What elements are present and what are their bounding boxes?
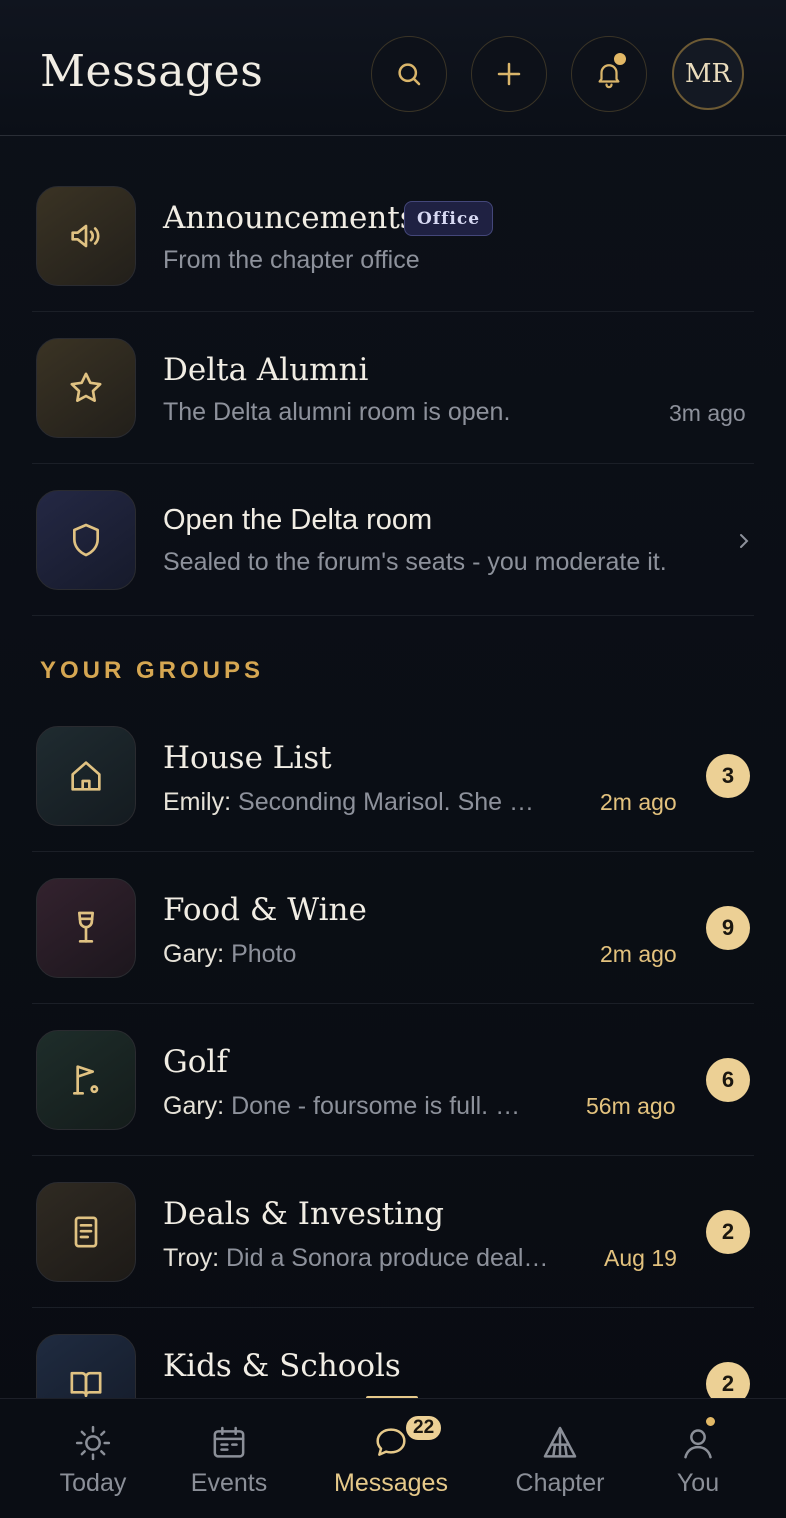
tab-label: Messages xyxy=(334,1469,448,1497)
row-title: House List xyxy=(163,740,332,776)
row-title: Food & Wine xyxy=(163,892,367,928)
row-title: Delta Alumni xyxy=(163,352,369,388)
food-wine-tile xyxy=(36,878,136,978)
tab-today[interactable]: Today xyxy=(23,1399,163,1518)
list-item-house-list[interactable]: House List Emily: Seconding Marisol. She… xyxy=(0,700,786,852)
avatar[interactable]: MR xyxy=(672,38,744,110)
page-title: Messages xyxy=(40,46,264,97)
row-preview: Emily: Seconding Marisol. She … xyxy=(163,788,573,817)
delta-room-tile xyxy=(36,490,136,590)
house-list-tile xyxy=(36,726,136,826)
list-item-food-wine[interactable]: Food & Wine Gary: Photo 2m ago 9 xyxy=(0,852,786,1004)
you-tab-dot xyxy=(704,1415,717,1428)
row-title: Kids & Schools xyxy=(163,1348,401,1384)
notifications-button[interactable] xyxy=(571,36,647,112)
sun-icon xyxy=(75,1425,111,1461)
unread-badge: 9 xyxy=(706,906,750,950)
row-preview: Gary: Photo xyxy=(163,940,573,969)
delta-alumni-tile xyxy=(36,338,136,438)
row-title: Announcements xyxy=(163,200,416,236)
row-time: Aug 19 xyxy=(604,1245,677,1271)
list-item-open-delta-room[interactable]: Open the Delta room Sealed to the forum'… xyxy=(0,464,786,616)
list-item-deals-investing[interactable]: Deals & Investing Troy: Did a Sonora pro… xyxy=(0,1156,786,1308)
unread-badge: 6 xyxy=(706,1058,750,1102)
announcements-tile xyxy=(36,186,136,286)
chevron-right-icon xyxy=(740,534,749,548)
row-preview: Troy: Did a Sonora produce deal… xyxy=(163,1244,579,1273)
office-badge: Office xyxy=(404,201,494,236)
message-sender: Gary: xyxy=(163,1092,225,1120)
row-subtitle: The Delta alumni room is open. xyxy=(163,398,511,426)
row-time: 3m ago xyxy=(669,400,746,426)
message-preview: Done - foursome is full. … xyxy=(231,1092,521,1120)
wine-glass-icon xyxy=(78,911,94,943)
messages-count-badge: 22 xyxy=(404,1414,444,1442)
row-subtitle: From the chapter office xyxy=(163,246,420,274)
calendar-icon xyxy=(213,1426,245,1458)
message-sender: Troy: xyxy=(163,1244,220,1272)
row-time: 2m ago xyxy=(600,789,677,815)
divider xyxy=(32,615,754,616)
row-time: 56m ago xyxy=(586,1093,676,1119)
tab-label: Chapter xyxy=(515,1469,605,1497)
tab-events[interactable]: Events xyxy=(159,1399,299,1518)
message-sender: Gary: xyxy=(163,940,225,968)
row-subtitle: Sealed to the forum's seats - you modera… xyxy=(163,548,667,576)
message-preview: Photo xyxy=(231,940,297,968)
document-icon xyxy=(74,1216,98,1248)
row-title: Open the Delta room xyxy=(163,504,433,536)
row-title: Deals & Investing xyxy=(163,1196,444,1232)
section-label-your-groups: YOUR GROUPS xyxy=(40,657,265,684)
new-message-button[interactable] xyxy=(471,36,547,112)
star-icon xyxy=(70,372,102,402)
notification-dot xyxy=(612,51,628,67)
app-header: Messages MR xyxy=(0,0,786,136)
message-sender: Emily: xyxy=(163,788,232,816)
shield-icon xyxy=(73,523,99,557)
megaphone-icon xyxy=(71,224,100,248)
message-preview: Seconding Marisol. She … xyxy=(238,788,534,816)
messages-screen: Messages MR Announcements From the chapt… xyxy=(0,0,786,1518)
tab-label: Today xyxy=(59,1469,127,1497)
golf-flag-icon xyxy=(73,1065,99,1095)
unread-badge: 2 xyxy=(706,1210,750,1254)
plus-icon xyxy=(497,62,521,86)
tab-chapter[interactable]: Chapter xyxy=(490,1399,630,1518)
tab-label: You xyxy=(676,1469,720,1497)
tab-you[interactable]: You xyxy=(628,1399,768,1518)
search-button[interactable] xyxy=(371,36,447,112)
search-icon xyxy=(398,63,421,86)
person-icon xyxy=(684,1429,712,1459)
tab-messages[interactable]: Messages xyxy=(321,1399,461,1518)
list-item-announcements[interactable]: Announcements From the chapter office xyxy=(0,160,786,312)
tab-label: Events xyxy=(190,1469,268,1497)
golf-tile xyxy=(36,1030,136,1130)
temple-icon xyxy=(543,1426,577,1458)
list-item-golf[interactable]: Golf Gary: Done - foursome is full. … 56… xyxy=(0,1004,786,1156)
unread-badge: 3 xyxy=(706,754,750,798)
message-preview: Did a Sonora produce deal… xyxy=(225,1244,549,1272)
home-icon xyxy=(71,761,101,791)
bottom-tab-bar: Today Events Messages Chapter You xyxy=(0,1398,786,1518)
deals-investing-tile xyxy=(36,1182,136,1282)
row-time: 2m ago xyxy=(600,941,677,967)
row-title: Golf xyxy=(163,1044,228,1080)
list-item-delta-alumni[interactable]: Delta Alumni The Delta alumni room is op… xyxy=(0,312,786,464)
row-preview: Gary: Done - foursome is full. … xyxy=(163,1092,563,1121)
